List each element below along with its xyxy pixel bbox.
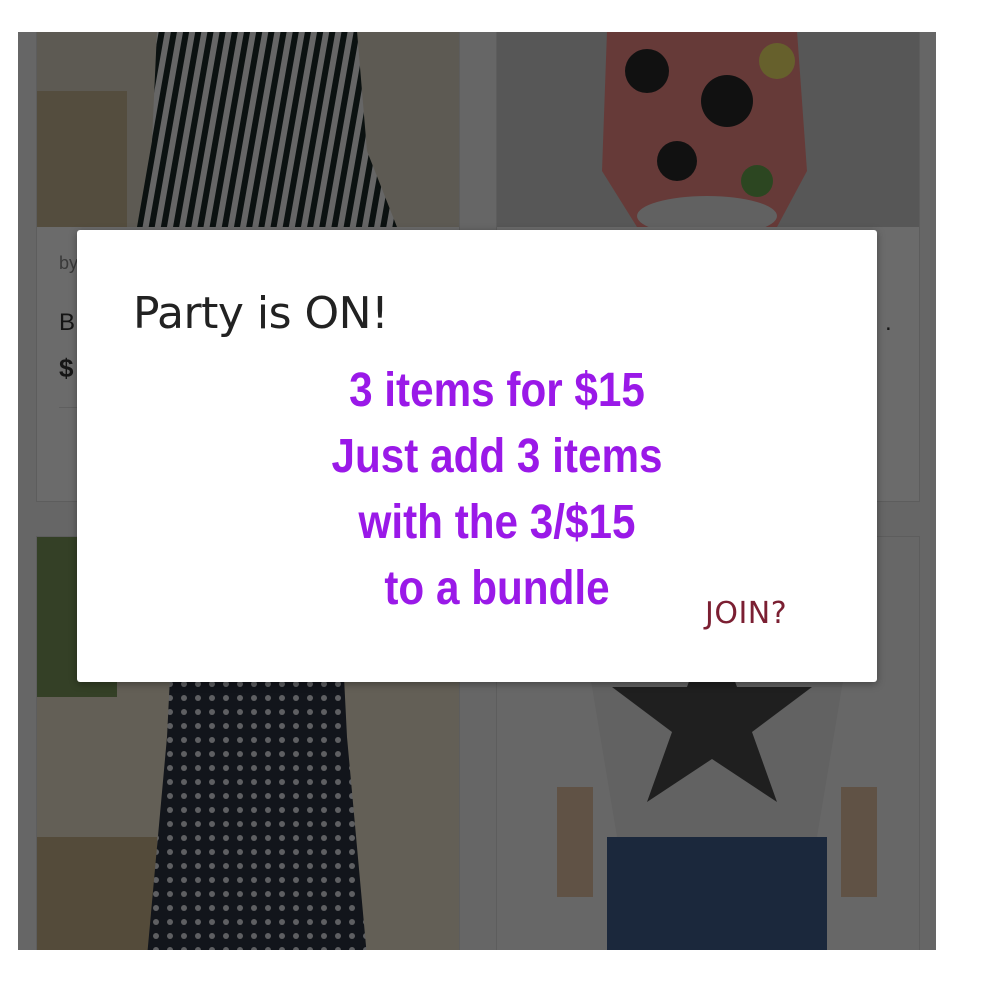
promo-line: 3 items for $15 — [349, 364, 645, 417]
promo-message: 3 items for $15 Just add 3 items with th… — [286, 358, 708, 622]
promo-line: with the 3/$15 — [358, 496, 636, 549]
dialog-title: Party is ON! — [133, 288, 389, 339]
promo-line: Just add 3 items — [331, 430, 663, 483]
join-button[interactable]: JOIN? — [705, 596, 787, 631]
promo-line: to a bundle — [384, 562, 610, 615]
party-dialog: Party is ON! 3 items for $15 Just add 3 … — [77, 230, 877, 682]
